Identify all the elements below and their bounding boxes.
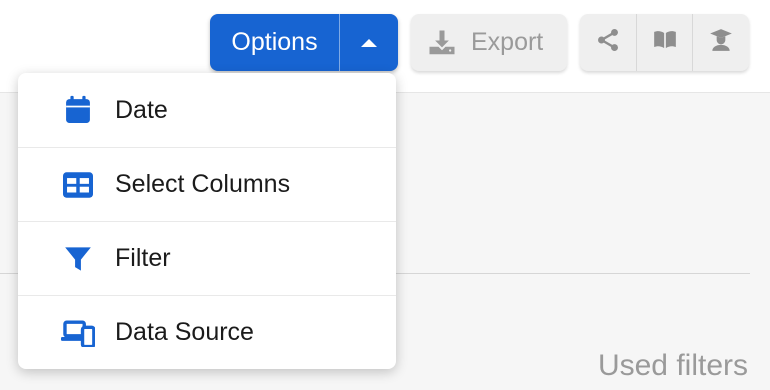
- menu-item-label: Select Columns: [115, 170, 291, 198]
- menu-item-select-columns[interactable]: Select Columns: [18, 147, 396, 221]
- share-icon: [595, 27, 621, 58]
- menu-item-data-source[interactable]: Data Source: [18, 295, 396, 369]
- share-button[interactable]: [580, 14, 636, 71]
- action-icon-group: [580, 14, 749, 71]
- menu-item-label: Date: [115, 95, 168, 124]
- download-icon: [427, 28, 457, 58]
- menu-item-label: Filter: [115, 244, 171, 272]
- options-dropdown-menu: Date Select Columns Filter Data Source: [18, 73, 396, 369]
- export-button[interactable]: Export: [411, 14, 567, 71]
- table-columns-icon: [61, 168, 95, 202]
- filter-icon: [61, 242, 95, 276]
- calendar-icon: [61, 93, 95, 127]
- menu-item-filter[interactable]: Filter: [18, 221, 396, 295]
- graduation-icon: [708, 27, 734, 58]
- export-label: Export: [471, 28, 544, 56]
- options-toggle-button[interactable]: [340, 14, 398, 71]
- menu-item-date[interactable]: Date: [18, 73, 396, 147]
- academy-button[interactable]: [692, 14, 749, 71]
- options-button[interactable]: Options: [210, 14, 339, 71]
- book-icon: [651, 27, 679, 58]
- guide-button[interactable]: [635, 14, 693, 71]
- caret-up-icon: [361, 38, 377, 47]
- options-split-button[interactable]: Options: [210, 14, 398, 71]
- used-filters-heading: Used filters: [597, 349, 748, 382]
- devices-icon: [61, 316, 95, 350]
- menu-item-label: Data Source: [115, 318, 254, 346]
